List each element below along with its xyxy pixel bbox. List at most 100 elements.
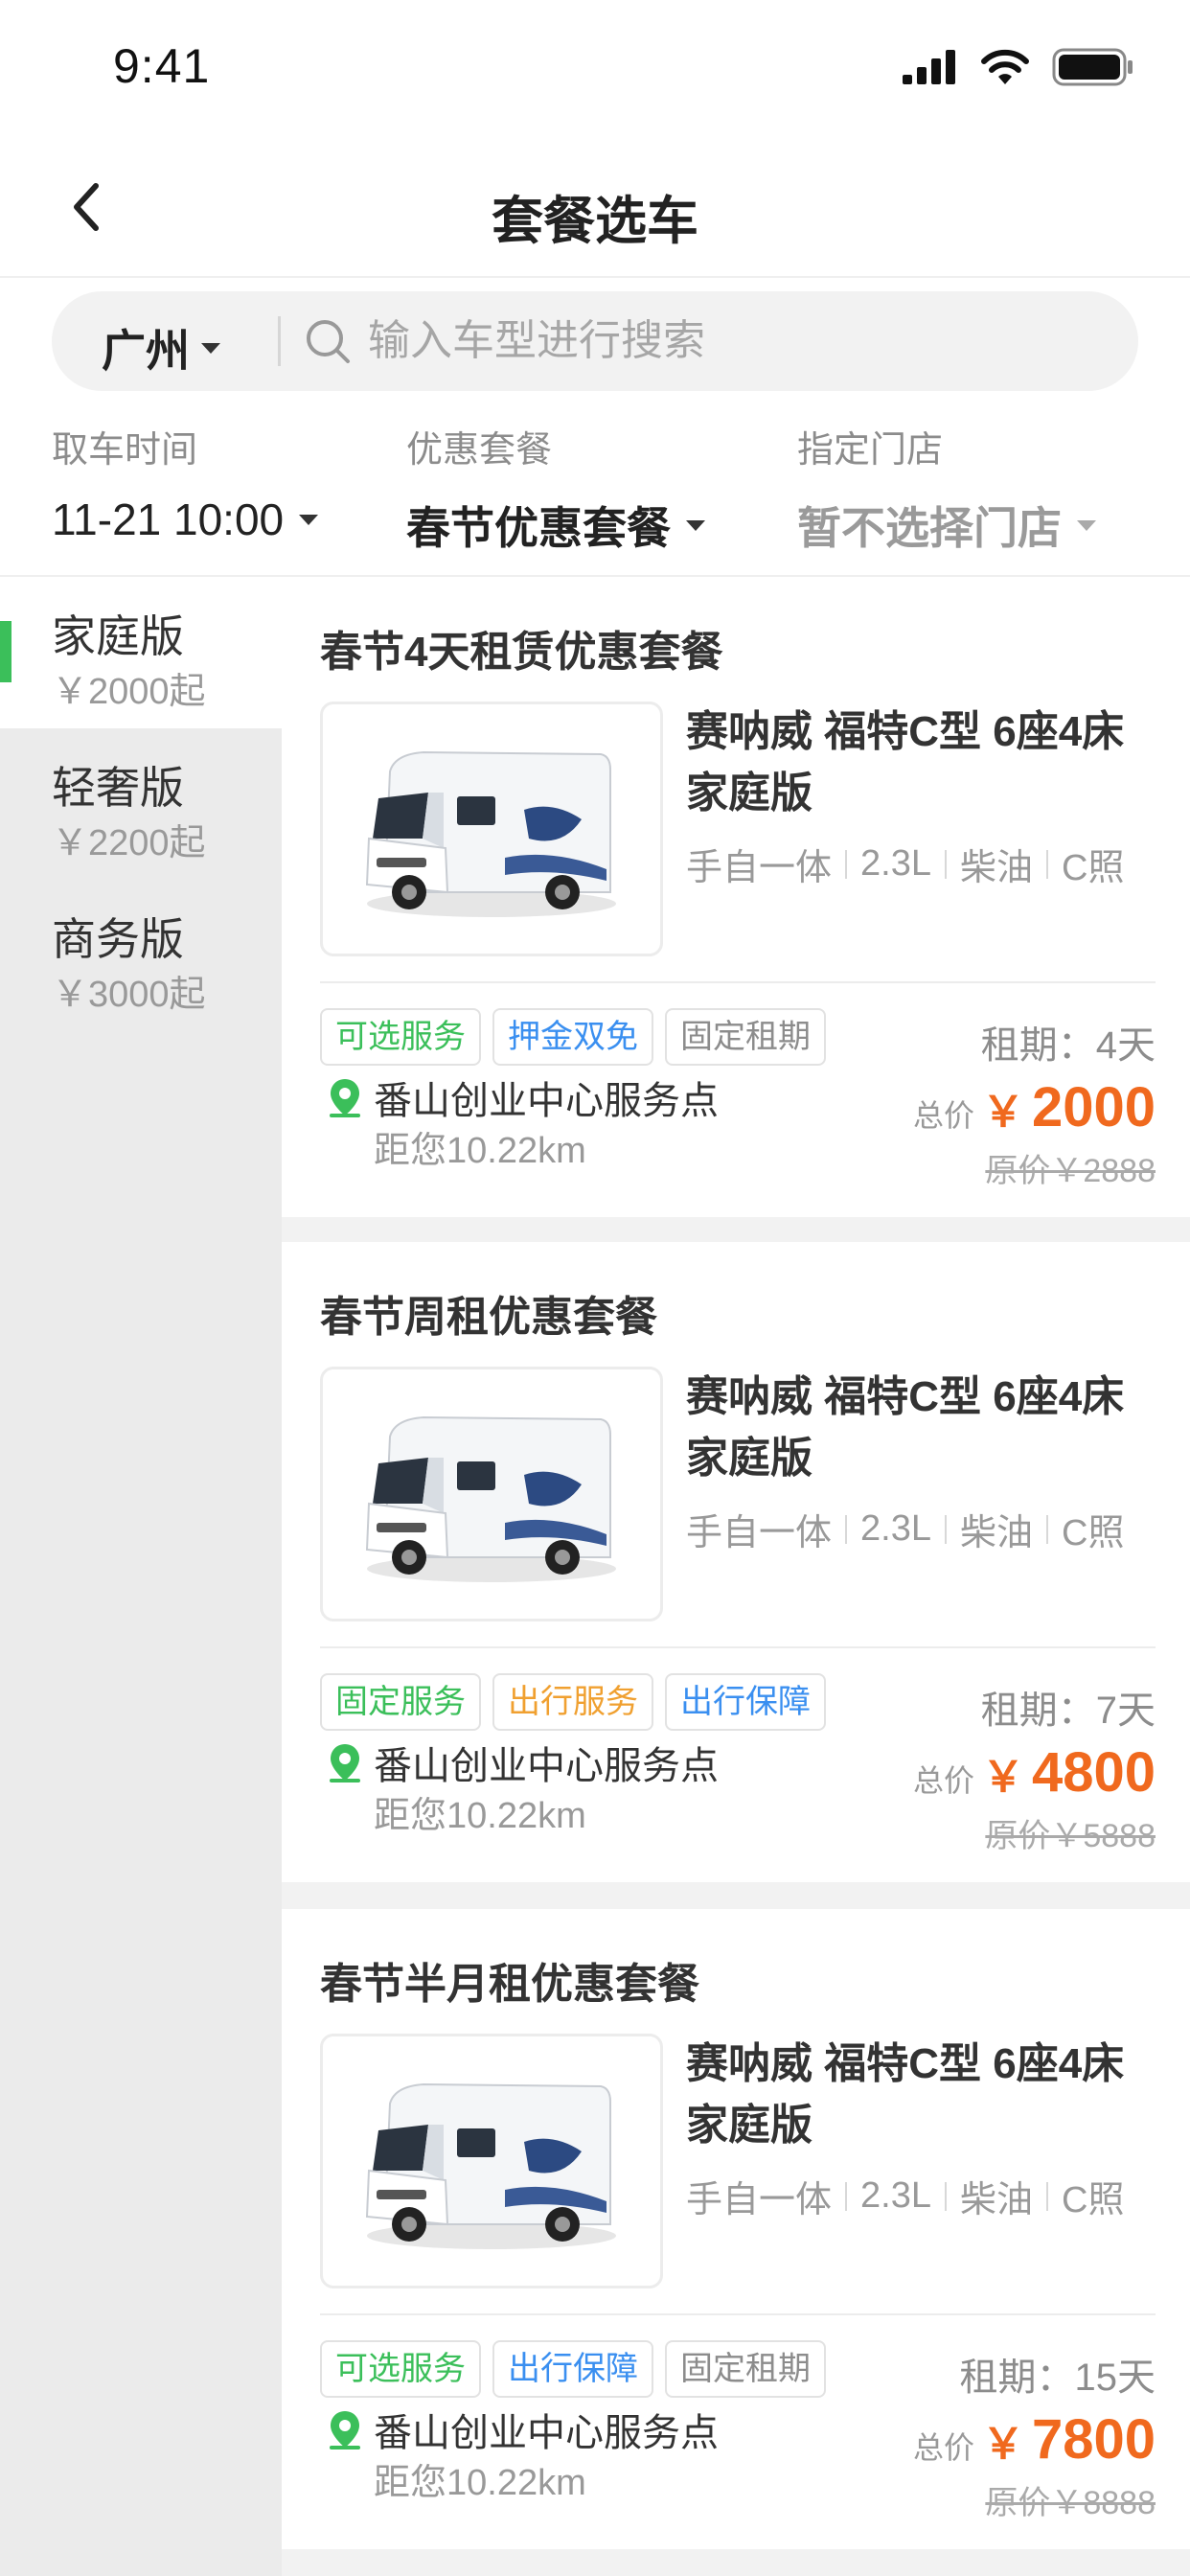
dropdown-triangle-icon xyxy=(1077,519,1096,531)
currency-symbol: ￥ xyxy=(981,2421,1024,2468)
sidebar-item-label: 轻奢版 xyxy=(52,763,184,813)
filter-value: 春节优惠套餐 xyxy=(406,494,705,557)
store-name: 番山创业中心服务点 xyxy=(374,2412,719,2454)
rv-image xyxy=(320,2034,663,2288)
search-filter-area: 广州 取车时间 11-21 10:00 优惠套餐 春节优惠套餐 xyxy=(0,278,1190,577)
total-price-label: 总价 xyxy=(912,1763,974,1798)
service-tag: 固定租期 xyxy=(665,2340,826,2398)
card-divider xyxy=(320,981,1156,983)
store-distance: 距您10.22km xyxy=(374,1796,586,1836)
rental-period: 租期：7天 xyxy=(980,1690,1156,1732)
original-price: 原价￥2888 xyxy=(985,1153,1156,1189)
search-separator xyxy=(278,316,281,366)
sidebar-item-label: 商务版 xyxy=(52,914,184,964)
spec-transmission: 手自一体 xyxy=(686,848,833,888)
sidebar-item-price: ￥2200起 xyxy=(52,823,206,863)
price-row: 总价 ￥ 4800 xyxy=(913,1740,1156,1805)
spec-license: C照 xyxy=(1062,848,1125,888)
sidebar-item-price: ￥3000起 xyxy=(52,975,206,1015)
search-box: 广州 xyxy=(52,291,1138,391)
store-name: 番山创业中心服务点 xyxy=(374,1080,719,1122)
spec-engine: 2.3L xyxy=(860,2175,931,2216)
filter-store[interactable]: 指定门店 暂不选择门店 xyxy=(797,420,1096,557)
filter-package[interactable]: 优惠套餐 春节优惠套餐 xyxy=(406,420,705,557)
rv-image xyxy=(320,702,663,956)
filter-label: 取车时间 xyxy=(52,430,198,471)
store-location: 番山创业中心服务点 距您10.22km xyxy=(328,2409,719,2509)
card-divider xyxy=(320,2313,1156,2315)
filter-label: 指定门店 xyxy=(797,430,944,471)
page: 9:41 套餐选车 广州 输入车型进行搜索 取车时间 11-21 10:00 优… xyxy=(0,0,1190,2576)
car-specs: 手自一体 2.3L 柴油 C照 xyxy=(686,838,1124,890)
service-tag: 押金双免 xyxy=(492,1008,653,1066)
filter-pickup-time[interactable]: 取车时间 11-21 10:00 xyxy=(52,420,319,545)
service-tag: 可选服务 xyxy=(320,1008,481,1066)
dropdown-triangle-icon xyxy=(201,342,220,354)
category-sidebar: 家庭版 ￥2000起 轻奢版 ￥2200起 商务版 ￥3000起 xyxy=(0,577,282,2576)
package-title: 春节周租优惠套餐 xyxy=(320,1294,657,1341)
spec-transmission: 手自一体 xyxy=(686,2180,833,2220)
city-selector[interactable]: 广州 xyxy=(102,316,220,380)
total-price: 2000 xyxy=(1031,1076,1156,1138)
spec-fuel: 柴油 xyxy=(959,1513,1033,1553)
search-input[interactable] xyxy=(368,310,1096,372)
package-card[interactable]: 春节周租优惠套餐 赛呐威 福特C型 6座4床 家庭版 手自一体 2.3L 柴油 … xyxy=(282,1242,1190,1882)
location-pin-icon xyxy=(330,1744,360,1782)
package-value: 春节优惠套餐 xyxy=(406,503,671,553)
sidebar-item-light-luxury[interactable]: 轻奢版 ￥2200起 xyxy=(0,728,282,880)
package-title: 春节4天租赁优惠套餐 xyxy=(320,629,723,676)
store-distance: 距您10.22km xyxy=(374,2463,586,2503)
price-row: 总价 ￥ 7800 xyxy=(913,2407,1156,2472)
package-title: 春节半月租优惠套餐 xyxy=(320,1961,699,2008)
active-indicator xyxy=(0,621,11,682)
service-tag: 出行保障 xyxy=(492,2340,653,2398)
dropdown-triangle-icon xyxy=(299,514,319,525)
rv-illustration xyxy=(365,2082,616,2249)
original-price: 原价￥8888 xyxy=(985,2485,1156,2521)
service-tag: 出行保障 xyxy=(665,1673,826,1731)
car-name: 赛呐威 福特C型 6座4床 家庭版 xyxy=(686,1373,1125,1482)
sidebar-item-business[interactable]: 商务版 ￥3000起 xyxy=(0,880,282,1031)
sidebar-item-family[interactable]: 家庭版 ￥2000起 xyxy=(0,577,282,728)
service-tag: 固定租期 xyxy=(665,1008,826,1066)
spec-fuel: 柴油 xyxy=(959,848,1033,888)
store-location: 番山创业中心服务点 距您10.22km xyxy=(328,1742,719,1842)
filter-value: 11-21 10:00 xyxy=(52,494,319,545)
city-label: 广州 xyxy=(102,326,190,376)
dropdown-triangle-icon xyxy=(686,519,705,531)
package-card[interactable]: 春节4天租赁优惠套餐 赛呐威 福特C型 6座4床 家庭版 手自一体 2.3L 柴… xyxy=(282,577,1190,1217)
spec-fuel: 柴油 xyxy=(959,2180,1033,2220)
total-price: 4800 xyxy=(1031,1741,1156,1804)
store-name: 番山创业中心服务点 xyxy=(374,1745,719,1787)
price-row: 总价 ￥ 2000 xyxy=(913,1075,1156,1139)
currency-symbol: ￥ xyxy=(981,1754,1024,1801)
navigation-bar: 套餐选车 xyxy=(0,142,1190,278)
rv-illustration xyxy=(365,750,616,917)
total-price-label: 总价 xyxy=(912,1098,974,1133)
battery-icon xyxy=(1052,48,1133,86)
rv-image xyxy=(320,1367,663,1622)
status-icons xyxy=(903,48,1134,86)
spec-transmission: 手自一体 xyxy=(686,1513,833,1553)
rental-period: 租期：15天 xyxy=(959,2357,1156,2399)
spec-license: C照 xyxy=(1062,2180,1125,2220)
card-divider xyxy=(320,1646,1156,1648)
signal-icon xyxy=(903,50,955,84)
store-distance: 距您10.22km xyxy=(374,1131,586,1171)
service-tags: 固定服务 出行服务 出行保障 xyxy=(320,1673,826,1731)
service-tags: 可选服务 押金双免 固定租期 xyxy=(320,1008,826,1066)
service-tag: 可选服务 xyxy=(320,2340,481,2398)
pickup-time-value: 11-21 10:00 xyxy=(52,494,285,544)
filter-label: 优惠套餐 xyxy=(406,430,553,471)
spec-engine: 2.3L xyxy=(860,1508,931,1549)
page-title: 套餐选车 xyxy=(492,193,698,250)
rv-illustration xyxy=(365,1415,616,1582)
spec-license: C照 xyxy=(1062,1513,1125,1553)
car-name: 赛呐威 福特C型 6座4床 家庭版 xyxy=(686,708,1125,816)
service-tags: 可选服务 出行保障 固定租期 xyxy=(320,2340,826,2398)
store-value: 暂不选择门店 xyxy=(797,503,1062,553)
status-bar: 9:41 xyxy=(0,0,1190,142)
car-specs: 手自一体 2.3L 柴油 C照 xyxy=(686,2170,1124,2222)
package-card[interactable]: 春节半月租优惠套餐 赛呐威 福特C型 6座4床 家庭版 手自一体 2.3L 柴油… xyxy=(282,1909,1190,2549)
total-price: 7800 xyxy=(1031,2408,1156,2471)
